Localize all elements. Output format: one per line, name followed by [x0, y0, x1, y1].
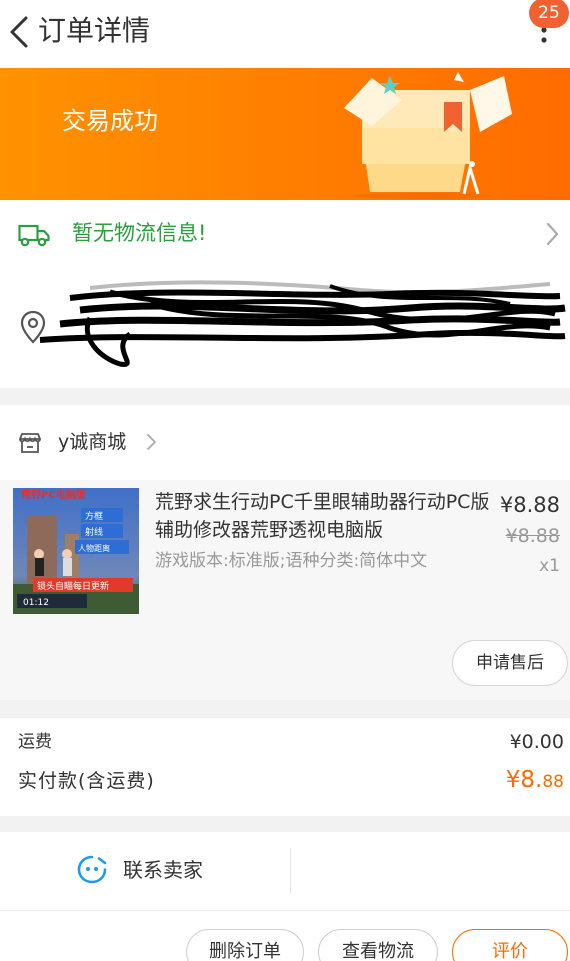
product-spec: 游戏版本:标准版;语种分类:简体中文: [155, 551, 428, 571]
thumb-title: 荒野PC电脑版: [20, 488, 86, 501]
notification-badge: 25: [529, 0, 569, 28]
aftersale-button[interactable]: 申请售后: [452, 640, 568, 686]
thumb-tag-2: 射线: [85, 526, 103, 538]
chevron-left-icon[interactable]: [6, 14, 32, 50]
product-thumbnail-image: 荒野PC电脑版 方框 射线 人物距离 锁头自瞄每日更新 01:12: [13, 488, 139, 614]
delete-order-button[interactable]: 删除订单: [186, 929, 304, 961]
thumb-tag-3: 人物距离: [78, 543, 110, 553]
store-row[interactable]: y诚商城: [0, 405, 570, 480]
product-quantity: x1: [539, 556, 560, 576]
chevron-right-icon: [546, 222, 559, 246]
status-banner: 交易成功: [0, 68, 570, 200]
thumb-time: 01:12: [23, 598, 49, 608]
product-original-price: ¥8.88: [505, 525, 560, 547]
thumb-tag-1: 方框: [85, 510, 103, 522]
redacted-address-scribble: [39, 280, 566, 367]
truck-icon: [18, 224, 50, 247]
view-logistics-button[interactable]: 查看物流: [318, 929, 438, 961]
chevron-right-icon: [147, 434, 156, 450]
contact-seller-button[interactable]: 联系卖家: [123, 854, 203, 886]
gift-box-illustration: [344, 72, 512, 199]
product-title[interactable]: 荒野求生行动PC千里眼辅助器行动PC版辅助修改器荒野透视电脑版: [155, 488, 495, 544]
product-thumbnail[interactable]: 荒野PC电脑版 方框 射线 人物距离 锁头自瞄每日更新 01:12: [13, 488, 139, 614]
order-status-text: 交易成功: [62, 107, 158, 135]
order-card: y诚商城 荒野PC电脑版 方框 射线 人物距离 锁头自瞄每日更新 01:12 荒…: [0, 405, 570, 700]
shipping-value: ¥0.00: [509, 731, 564, 753]
total-value: ¥8.88: [506, 764, 564, 798]
contact-section: 联系卖家: [0, 832, 570, 910]
store-name[interactable]: y诚商城: [58, 427, 126, 457]
chat-icon: [77, 855, 107, 884]
thumb-caption: 锁头自瞄每日更新: [37, 580, 109, 592]
product-price: ¥8.88: [499, 493, 560, 517]
logistics-status-text: 暂无物流信息!: [72, 221, 207, 245]
store-icon: [19, 433, 41, 453]
product-row[interactable]: 荒野PC电脑版 方框 射线 人物距离 锁头自瞄每日更新 01:12 荒野求生行动…: [0, 480, 570, 700]
shipping-label: 运费: [18, 732, 52, 752]
review-button[interactable]: 评价: [452, 929, 568, 961]
fee-section: 运费 ¥0.00 实付款(含运费) ¥8.88: [0, 718, 570, 816]
total-value-main: ¥8.: [505, 767, 543, 793]
total-value-cents: 88: [542, 772, 564, 792]
top-bar: 订单详情 25: [0, 0, 570, 68]
bottom-action-bar: 删除订单 查看物流 评价: [0, 910, 570, 961]
page-title: 订单详情: [38, 14, 151, 47]
logistics-section[interactable]: 暂无物流信息!: [0, 200, 570, 388]
total-label: 实付款(含运费): [18, 770, 155, 792]
contact-divider: [290, 848, 291, 894]
